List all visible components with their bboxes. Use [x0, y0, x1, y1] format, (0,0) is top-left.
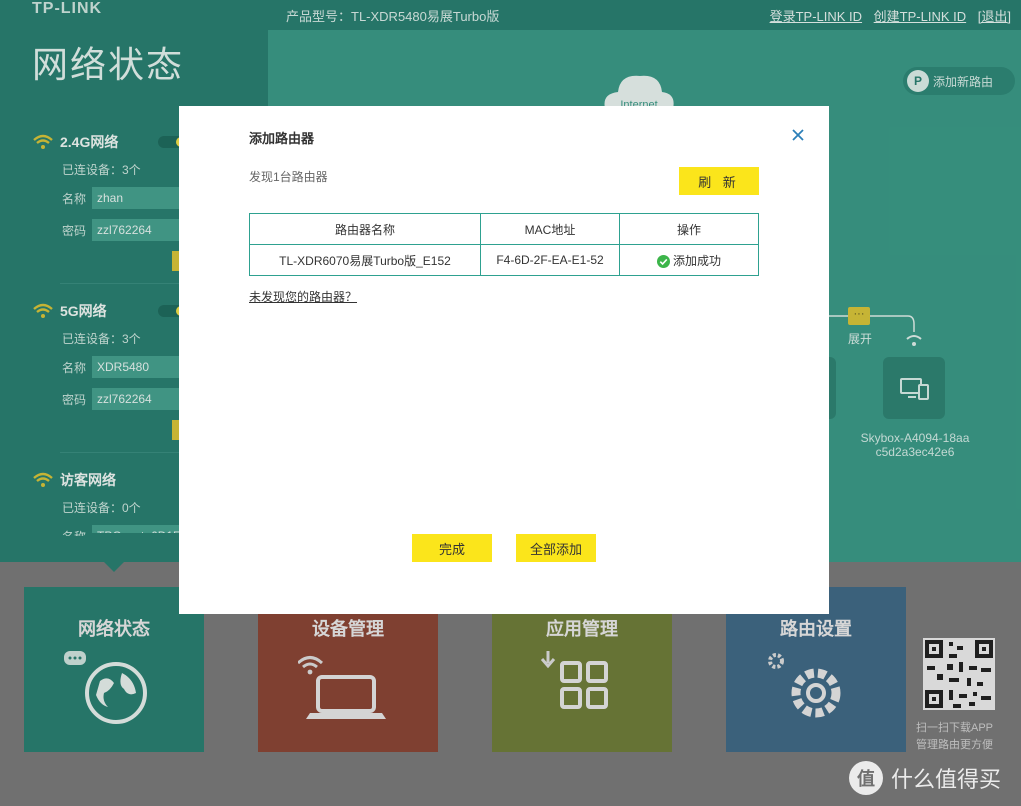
table-row: TL-XDR6070易展Turbo版_E152 F4-6D-2F-EA-E1-5… [249, 244, 759, 276]
router-not-found-link[interactable]: 未发现您的路由器？ [249, 288, 357, 305]
router-name-cell: TL-XDR6070易展Turbo版_E152 [249, 244, 481, 276]
done-button[interactable]: 完成 [412, 534, 492, 562]
column-header: 路由器名称 [249, 213, 481, 245]
action-cell: 添加成功 [619, 244, 759, 276]
refresh-button[interactable]: 刷 新 [679, 167, 759, 195]
status-text: 添加成功 [672, 253, 721, 268]
mac-cell: F4-6D-2F-EA-E1-52 [480, 244, 620, 276]
column-header: 操作 [619, 213, 759, 245]
close-icon[interactable] [789, 126, 807, 144]
dialog-title: 添加路由器 [249, 131, 315, 146]
check-circle-icon [656, 254, 670, 268]
table-header-row: 路由器名称 MAC地址 操作 [249, 213, 759, 245]
found-count: 发现1台路由器 [249, 170, 328, 184]
add-router-dialog: 添加路由器 发现1台路由器 刷 新 路由器名称 MAC地址 操作 TL-XDR6… [179, 106, 829, 614]
add-all-button[interactable]: 全部添加 [516, 534, 596, 562]
router-table: 路由器名称 MAC地址 操作 TL-XDR6070易展Turbo版_E152 F… [249, 213, 759, 276]
column-header: MAC地址 [480, 213, 620, 245]
